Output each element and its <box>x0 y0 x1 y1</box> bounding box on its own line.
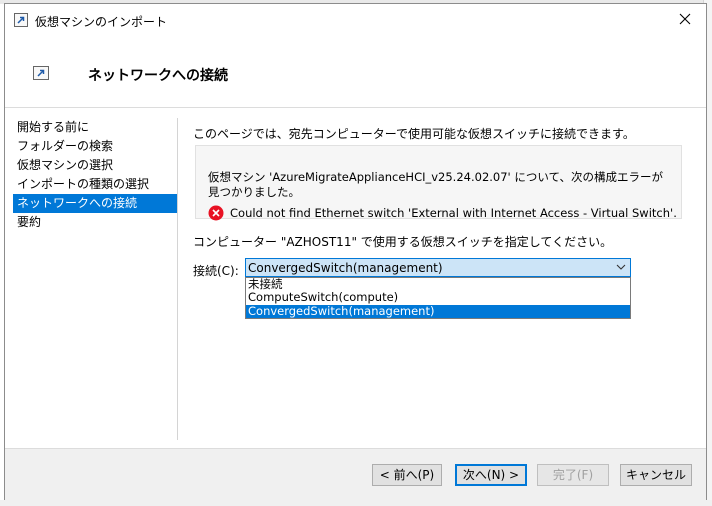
import-vm-dialog: 仮想マシンのインポート ネットワークへの接続 開始する前に フォルダーの検索 仮… <box>4 3 707 501</box>
step-connect-network[interactable]: ネットワークへの接続 <box>13 194 177 213</box>
error-x-circle-icon <box>208 205 224 221</box>
close-button[interactable] <box>666 4 706 36</box>
step-locate-folder[interactable]: フォルダーの検索 <box>13 137 177 156</box>
chevron-down-icon <box>616 264 626 270</box>
connection-selected-value: ConvergedSwitch(management) <box>248 261 443 275</box>
wizard-footer: < 前へ(P) 次へ(N) > 完了(F) キャンセル <box>5 448 706 501</box>
connection-select[interactable]: ConvergedSwitch(management) <box>245 258 631 277</box>
configuration-error-panel: 仮想マシン 'AzureMigrateApplianceHCI_v25.24.0… <box>195 145 682 221</box>
title-bar[interactable]: 仮想マシンのインポート <box>5 4 706 36</box>
option-not-connected[interactable]: 未接続 <box>246 277 630 291</box>
next-button[interactable]: 次へ(N) > <box>455 464 527 486</box>
step-summary[interactable]: 要約 <box>13 213 177 232</box>
wizard-header: ネットワークへの接続 <box>5 36 706 108</box>
import-arrow-icon <box>33 66 49 80</box>
step-content: このページでは、宛先コンピューターで使用可能な仮想スイッチに接続できます。 仮想… <box>193 108 693 448</box>
intro-text: このページでは、宛先コンピューターで使用可能な仮想スイッチに接続できます。 <box>193 127 635 141</box>
finish-button[interactable]: 完了(F) <box>537 464 609 486</box>
option-compute-switch[interactable]: ComputeSwitch(compute) <box>246 290 630 304</box>
wizard-body: 開始する前に フォルダーの検索 仮想マシンの選択 インポートの種類の選択 ネット… <box>5 108 706 448</box>
wizard-step-list: 開始する前に フォルダーの検索 仮想マシンの選択 インポートの種類の選択 ネット… <box>13 118 177 232</box>
close-icon <box>679 13 691 25</box>
cancel-button[interactable]: キャンセル <box>620 464 692 486</box>
error-description: 仮想マシン 'AzureMigrateApplianceHCI_v25.24.0… <box>208 170 663 199</box>
step-before-you-begin[interactable]: 開始する前に <box>13 118 177 137</box>
connection-label: 接続(C): <box>193 264 239 278</box>
option-converged-switch[interactable]: ConvergedSwitch(management) <box>246 304 630 318</box>
step-select-vm[interactable]: 仮想マシンの選択 <box>13 156 177 175</box>
instruction-text: コンピューター "AZHOST11" で使用する仮想スイッチを指定してください。 <box>193 235 613 249</box>
step-import-type[interactable]: インポートの種類の選択 <box>13 175 177 194</box>
page-title: ネットワークへの接続 <box>88 68 228 84</box>
import-arrow-icon <box>14 13 28 27</box>
window-title: 仮想マシンのインポート <box>35 15 168 29</box>
error-message: Could not find Ethernet switch 'External… <box>230 206 677 220</box>
back-button[interactable]: < 前へ(P) <box>372 464 442 486</box>
nav-divider <box>177 118 178 440</box>
connection-dropdown-list: 未接続 ComputeSwitch(compute) ConvergedSwit… <box>245 277 631 319</box>
